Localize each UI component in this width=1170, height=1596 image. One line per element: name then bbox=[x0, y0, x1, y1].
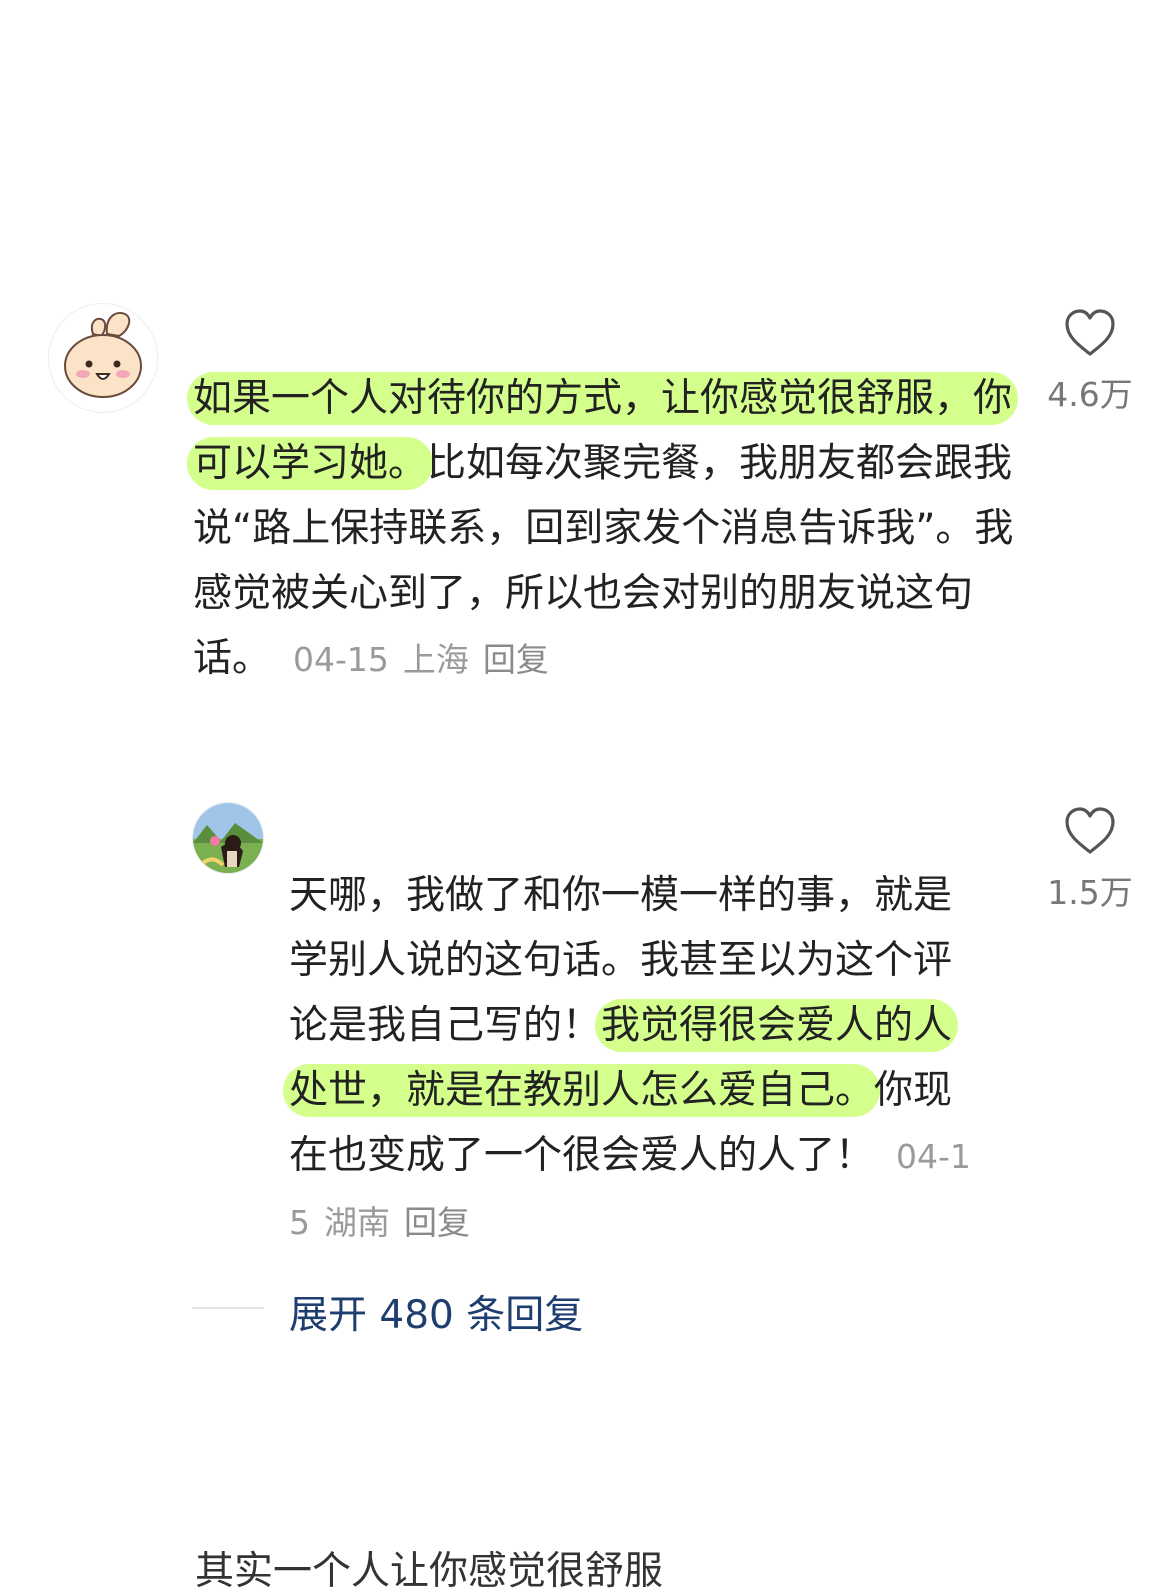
expand-replies-button[interactable]: 展开 480 条回复 bbox=[289, 1284, 583, 1340]
reply-comment-text: 天哪，我做了和你一模一样的事，就是学别人说的这句话。我甚至以为这个评论是我自己写… bbox=[283, 863, 984, 1255]
comment-text: 如果一个人对待你的方式，让你感觉很舒服，你可以学习她。比如每次聚完餐，我朋友都会… bbox=[187, 366, 1019, 692]
reply-button[interactable]: 回复 bbox=[483, 640, 549, 679]
next-comment-partial: 其实一个人让你感觉很舒服 bbox=[195, 1549, 664, 1594]
reply-button[interactable]: 回复 bbox=[404, 1203, 470, 1242]
comment-date: 04-15 bbox=[293, 640, 389, 679]
like-button[interactable]: 1.5万 bbox=[1040, 806, 1140, 914]
like-count: 1.5万 bbox=[1047, 873, 1133, 912]
like-count: 4.6万 bbox=[1047, 375, 1133, 414]
heart-outline-icon bbox=[1065, 309, 1115, 356]
girl-landscape-avatar-icon bbox=[193, 803, 263, 873]
user-avatar[interactable] bbox=[192, 802, 264, 874]
comment-location: 湖南 bbox=[324, 1203, 390, 1242]
comment-location: 上海 bbox=[402, 640, 469, 679]
comment-meta: 04-15 上海 回复 bbox=[293, 640, 563, 679]
divider bbox=[192, 1307, 264, 1309]
like-button[interactable]: 4.6万 bbox=[1040, 308, 1140, 416]
heart-outline-icon bbox=[1065, 807, 1115, 854]
user-avatar[interactable] bbox=[48, 303, 158, 413]
bunny-avatar-icon bbox=[49, 304, 157, 412]
